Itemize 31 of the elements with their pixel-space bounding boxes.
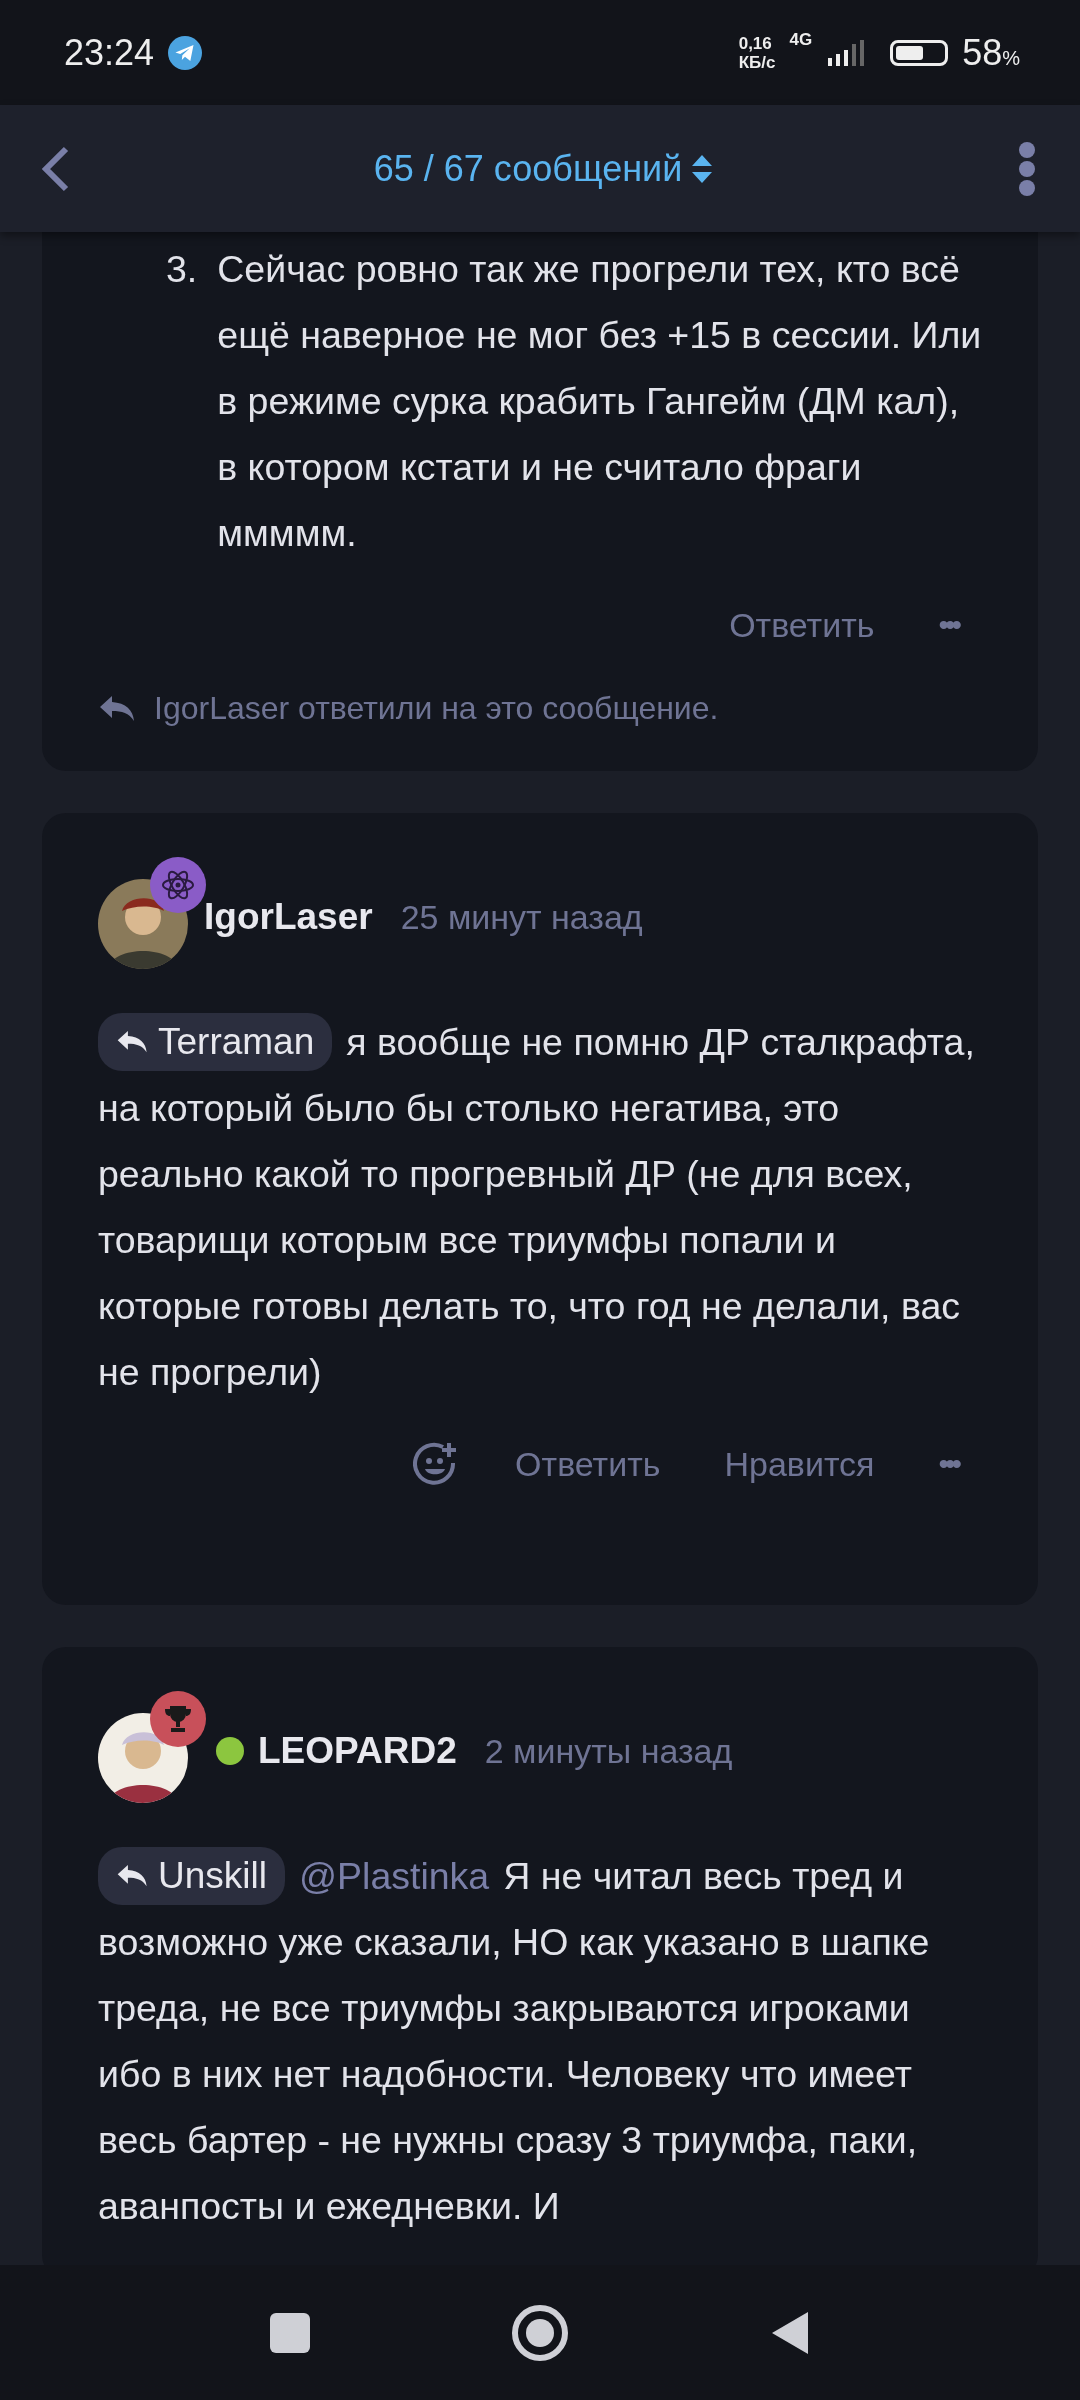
clock-time: 23:24 — [64, 31, 155, 74]
more-options[interactable]: ••• — [938, 608, 958, 642]
more-options[interactable]: ••• — [938, 1447, 958, 1481]
post-text: Terraman я вообще не помню ДР сталкрафта, на который было бы столько негатива, это реально какой то прогревный ДР (не для всех, товарищи которым все триумфы попали и которые готовы делать то, что год не делали, вас не прогрели) — [98, 1009, 982, 1405]
network-speed: 0,16 — [738, 33, 773, 53]
network-type: 4G — [789, 30, 813, 50]
quote-chip[interactable]: Unskill — [98, 1847, 285, 1905]
message-counter[interactable]: 65 / 67 сообщений — [373, 147, 683, 190]
like-link[interactable]: Нравится — [724, 1444, 875, 1484]
user-mention[interactable]: @Plastinka — [298, 1855, 490, 1897]
battery-percent: 58% — [962, 31, 1020, 74]
recent-apps-icon[interactable] — [270, 2312, 311, 2353]
trophy-icon — [162, 1703, 194, 1735]
atom-icon — [161, 868, 195, 902]
reply-link[interactable]: Ответить — [729, 605, 875, 645]
speed-unit: КБ/с — [738, 52, 776, 72]
more-icon[interactable] — [1018, 140, 1036, 197]
post-text: Unskill @Plastinka Я не читал весь тред и возможно уже сказали, НО как указано в шапке треда, не все триумфы закрываются игроками ибо в них нет надобности. Человеку что имеет весь бартер - не нужны сразу 3 триумфа, паки, аванпосты и ежедневки. И — [98, 1843, 982, 2239]
list-number: 3. — [166, 247, 198, 292]
home-icon[interactable] — [511, 2303, 569, 2362]
post-time: 25 минут назад — [400, 897, 643, 937]
reply-link[interactable]: Ответить — [515, 1444, 661, 1484]
post-time: 2 минуты назад — [484, 1731, 733, 1771]
signal-icon — [826, 37, 867, 68]
paper-plane-icon — [168, 35, 203, 70]
author-name[interactable]: LEOPARD2 — [258, 1730, 457, 1772]
replied-note: IgorLaser ответили на это сообщение. — [154, 690, 719, 727]
battery-icon — [890, 39, 949, 66]
author-name[interactable]: IgorLaser — [204, 896, 373, 938]
quote-chip[interactable]: Terraman — [98, 1013, 333, 1071]
post-text: Сейчас ровно так же прогрели тех, кто всё ещё наверное не мог без +15 в сессии. Или в режиме сурка крабить Гангейм (ДМ кал), в котором кстати и не считало фраги ммммм. — [217, 247, 982, 556]
